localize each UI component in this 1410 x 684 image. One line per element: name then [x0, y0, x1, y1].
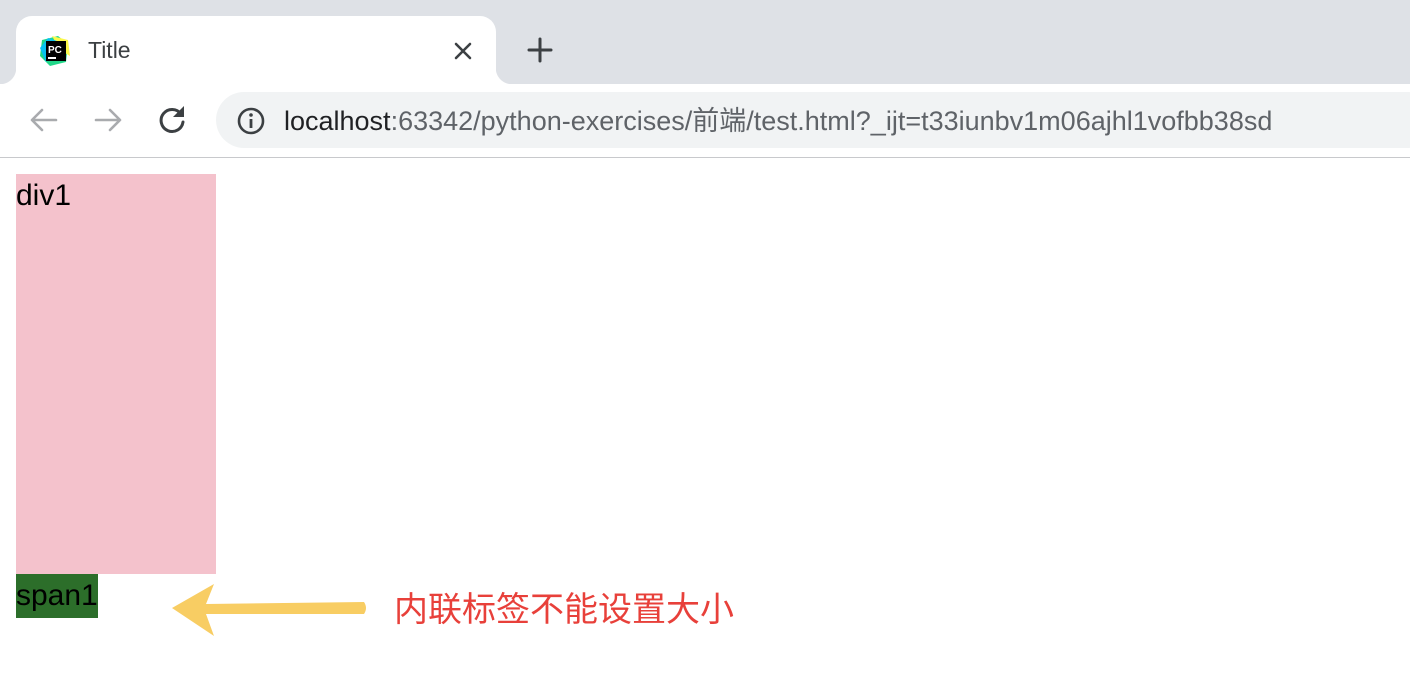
info-icon[interactable] — [236, 106, 266, 136]
browser-tab[interactable]: PC Title — [0, 16, 512, 84]
address-bar[interactable]: localhost:63342/python-exercises/前端/test… — [216, 92, 1410, 148]
reload-icon[interactable] — [154, 102, 190, 138]
browser-toolbar: localhost:63342/python-exercises/前端/test… — [0, 84, 1410, 158]
div1-block: div1 — [16, 174, 216, 574]
url-text[interactable]: localhost:63342/python-exercises/前端/test… — [284, 105, 1272, 137]
forward-arrow-icon[interactable] — [90, 102, 126, 138]
annotation-text: 内联标签不能设置大小 — [394, 590, 734, 630]
back-arrow-icon[interactable] — [26, 102, 62, 138]
pycharm-favicon-icon: PC — [40, 36, 70, 66]
url-path: :63342/python-exercises/前端/test.html?_ij… — [390, 106, 1273, 136]
arrow-left-icon — [172, 584, 366, 636]
page-content: div1 span1 内联标签不能设置大小 — [0, 158, 1410, 684]
plus-icon[interactable] — [524, 34, 556, 66]
close-icon[interactable] — [450, 38, 476, 64]
url-host: localhost — [284, 106, 391, 136]
tab-title: Title — [88, 37, 131, 63]
span1-inline: span1 — [16, 574, 98, 618]
svg-text:PC: PC — [48, 45, 62, 56]
tab-strip: PC Title — [0, 0, 1410, 84]
